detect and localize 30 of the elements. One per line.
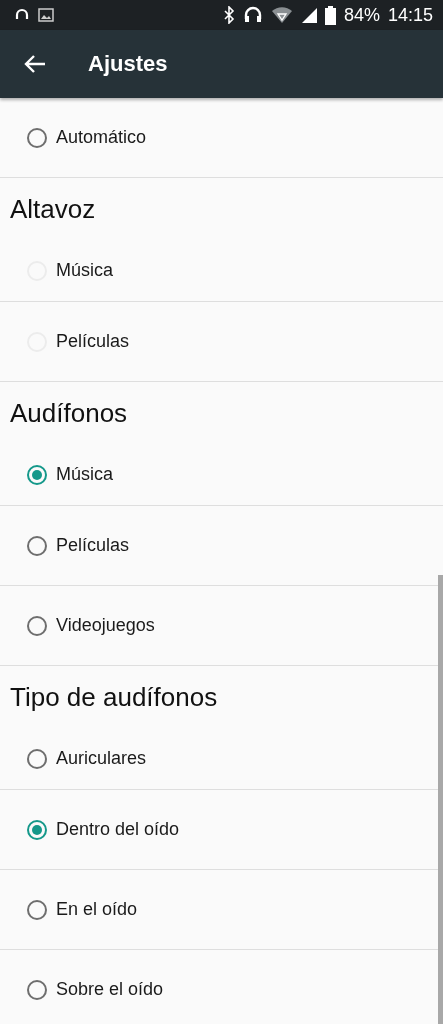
bluetooth-icon [222, 6, 235, 24]
battery-percentage: 84% [343, 4, 380, 26]
radio-button[interactable] [27, 535, 47, 556]
option-label: Películas [56, 535, 130, 556]
radio-button[interactable] [27, 748, 47, 769]
radio-button[interactable] [27, 127, 47, 148]
option-label: Videojuegos [56, 615, 155, 636]
section-header: Audífonos [10, 397, 128, 429]
clock-time: 14:15 [387, 4, 433, 26]
option-label: Películas [56, 331, 130, 352]
option-label: En el oído [56, 899, 138, 920]
radio-button[interactable] [27, 464, 47, 485]
headset-icon [242, 5, 263, 25]
section-header: Altavoz [10, 193, 96, 225]
radio-button[interactable] [27, 979, 47, 1000]
option-label: Dentro del oído [56, 819, 180, 840]
radio-button[interactable] [27, 615, 47, 636]
option-label: Música [56, 464, 113, 485]
section-header: Tipo de audífonos [10, 681, 218, 713]
radio-button[interactable] [27, 819, 47, 840]
radio-button[interactable] [27, 899, 47, 920]
option-label: Música [56, 260, 113, 281]
option-label: Sobre el oído [56, 979, 164, 1000]
battery-icon [324, 5, 336, 25]
image-icon [38, 8, 54, 22]
screen-title: Ajustes [88, 51, 168, 77]
option-label: Automático [56, 127, 147, 148]
wifi-icon [270, 6, 293, 24]
signal-icon [300, 7, 317, 23]
option-label: Auriculares [56, 748, 147, 769]
